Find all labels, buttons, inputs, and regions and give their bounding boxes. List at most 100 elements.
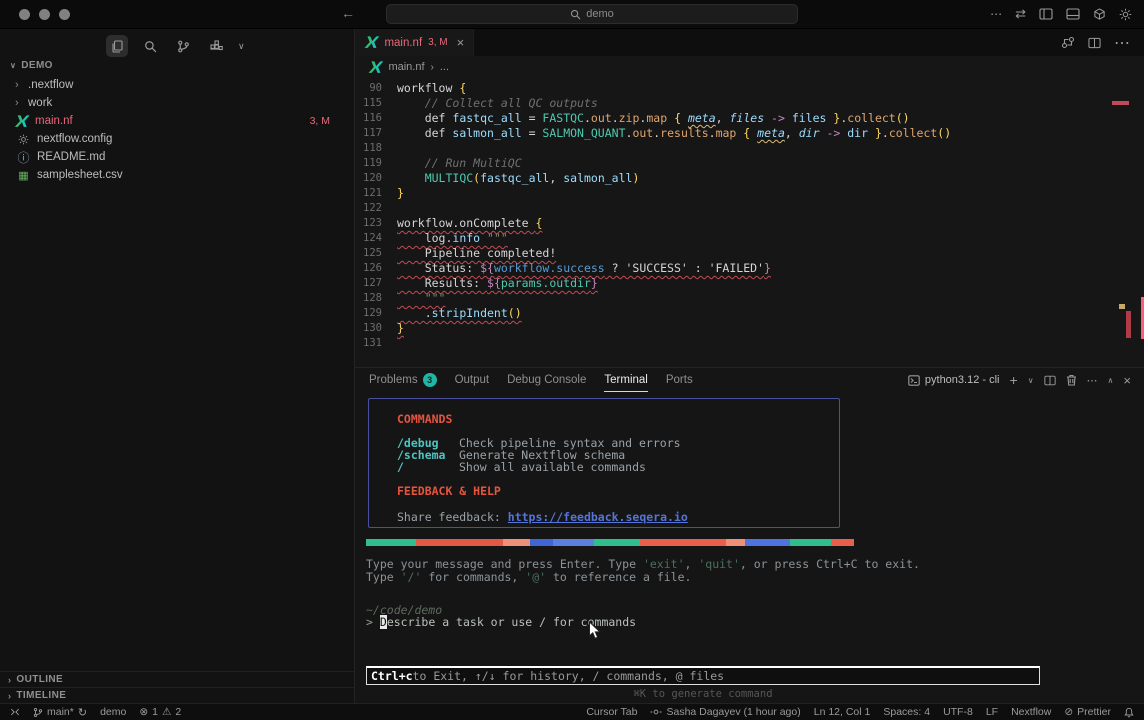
tree-item-work-dir[interactable]: › work [0,94,354,112]
commands-heading: COMMANDS [397,412,839,426]
generate-command-hint: ⌘K to generate command [366,688,1040,700]
back-arrow-icon[interactable]: ← [341,5,355,21]
formatter-status[interactable]: ⊘ Prettier [1064,706,1111,718]
code-line[interactable]: 123workflow.onComplete { [355,216,1144,231]
code-line[interactable]: 130} [355,321,1144,336]
code-line[interactable]: 116 def fastqc_all = FASTQC.out.zip.map … [355,111,1144,126]
tree-item-readme[interactable]: ⓘ README.md [0,148,354,166]
rainbow-bar [366,539,854,546]
tree-item-samplesheet[interactable]: ▦ samplesheet.csv [0,166,354,184]
sync-icon[interactable]: ↻ [78,706,87,719]
code-lines[interactable]: 90workflow {115 // Collect all QC output… [355,78,1144,367]
code-line[interactable]: 90workflow { [355,81,1144,96]
terminal-input-help[interactable]: Ctrl+c to Exit, ↑/↓ for history, / comma… [366,666,1040,685]
search-icon[interactable] [139,35,161,57]
maximize-window-button[interactable] [59,9,70,20]
breadcrumb-file[interactable]: main.nf [388,61,424,73]
more-actions-icon[interactable]: ⋯ [990,7,1002,21]
chevron-down-icon[interactable]: ∨ [1028,376,1034,385]
toggle-sidebar-icon[interactable] [1039,8,1053,20]
open-changes-icon[interactable] [1061,36,1075,49]
code-line[interactable]: 119 // Run MultiQC [355,156,1144,171]
code-line[interactable]: 121} [355,186,1144,201]
explorer-section-header[interactable]: ∨ DEMO [10,60,53,71]
tab-terminal[interactable]: Terminal [604,368,647,392]
close-tab-icon[interactable]: × [457,35,465,50]
minimap-error-mark [1112,101,1129,105]
settings-gear-icon[interactable] [1119,8,1132,21]
notifications-bell[interactable] [1124,707,1134,718]
toggle-panel-icon[interactable] [1066,8,1080,20]
tab-ports[interactable]: Ports [666,368,693,392]
git-blame-status[interactable]: Sasha Dagayev (1 hour ago) [650,706,800,718]
outline-section[interactable]: › OUTLINE [0,671,354,687]
customize-layout-icon[interactable] [1093,8,1106,21]
code-line[interactable]: 122 [355,201,1144,216]
code-line[interactable]: 131 [355,336,1144,351]
split-editor-icon[interactable] [1088,37,1101,49]
timeline-section[interactable]: › TIMELINE [0,687,354,703]
close-window-button[interactable] [19,9,30,20]
swap-panels-icon[interactable]: ⇄ [1015,6,1026,22]
code-line[interactable]: 126 Status: ${workflow.success ? 'SUCCES… [355,261,1144,276]
breadcrumb-symbol[interactable]: ... [440,61,449,73]
branch-icon [33,707,43,718]
eol-status[interactable]: LF [986,706,998,718]
code-line[interactable]: 129 .stripIndent() [355,306,1144,321]
mouse-cursor [588,621,602,641]
tree-item-main-nf[interactable]: ❯❮ main.nf 3, M [0,112,354,130]
bottom-panel: Problems 3 Output Debug Console Terminal… [355,367,1144,703]
chevron-right-icon: › [8,691,11,701]
minimize-window-button[interactable] [39,9,50,20]
code-line[interactable]: 124 log.info """ [355,231,1144,246]
tab-problems[interactable]: Problems 3 [369,368,437,392]
cursor-tab-status[interactable]: Cursor Tab [586,706,637,718]
tab-actions: ⋯ [1061,29,1144,56]
more-actions-icon[interactable]: ⋯ [1114,33,1130,53]
tab-output[interactable]: Output [455,368,490,392]
feedback-link[interactable]: https://feedback.seqera.io [508,510,688,524]
breadcrumb[interactable]: ❯❮ main.nf › ... [355,56,1144,78]
command-center-search[interactable]: demo [386,4,798,24]
source-control-icon[interactable] [172,35,194,57]
language-mode[interactable]: Nextflow [1011,706,1051,718]
extensions-icon[interactable] [205,35,227,57]
tab-debug-console[interactable]: Debug Console [507,368,586,392]
cursor-position[interactable]: Ln 12, Col 1 [814,706,871,718]
maximize-panel-icon[interactable]: ∧ [1108,376,1114,385]
code-line[interactable]: 120 MULTIQC(fastqc_all, salmon_all) [355,171,1144,186]
terminal-icon [908,375,920,386]
remote-icon [10,707,20,717]
remote-indicator[interactable] [10,707,20,717]
split-terminal-icon[interactable] [1044,375,1056,386]
indentation-status[interactable]: Spaces: 4 [883,706,930,718]
new-terminal-icon[interactable]: + [1010,372,1018,388]
problems-status[interactable]: ⊗ 1 ⚠ 2 [139,706,181,718]
copy-files-icon[interactable] [106,35,128,57]
chevron-right-icon: › [15,79,28,91]
workspace-status[interactable]: demo [100,706,126,718]
encoding-status[interactable]: UTF-8 [943,706,973,718]
code-line[interactable]: 118 [355,141,1144,156]
terminal-content[interactable]: COMMANDS /debugCheck pipeline syntax and… [355,392,1144,703]
code-line[interactable]: 115 // Collect all QC outputs [355,96,1144,111]
kill-terminal-trash-icon[interactable] [1066,374,1077,386]
active-terminal-item[interactable]: python3.12 - cli [908,374,1000,386]
tree-item-nextflow-dir[interactable]: › .nextflow [0,76,354,94]
code-line[interactable]: 128 """ [355,291,1144,306]
panel-actions: python3.12 - cli + ∨ ⋯ ∧ × [908,368,1131,392]
git-branch-status[interactable]: main* ↻ [33,706,87,719]
code-line[interactable]: 127 Results: ${params.outdir} [355,276,1144,291]
close-panel-icon[interactable]: × [1123,373,1131,388]
editor-area: ❯❮ main.nf 3, M × ⋯ ❯❮ main.nf › ... 90w… [355,29,1144,703]
chevron-down-icon[interactable]: ∨ [238,41,245,52]
code-line[interactable]: 117 def salmon_all = SALMON_QUANT.out.re… [355,126,1144,141]
more-actions-icon[interactable]: ⋯ [1087,374,1098,387]
code-line[interactable]: 125 Pipeline completed! [355,246,1144,261]
tab-main-nf[interactable]: ❯❮ main.nf 3, M × [355,29,474,56]
tree-item-nextflow-config[interactable]: nextflow.config [0,130,354,148]
editor-tabbar: ❯❮ main.nf 3, M × ⋯ [355,29,1144,56]
tab-label: main.nf [384,37,422,49]
chevron-right-icon: › [8,675,11,685]
command-list: /debugCheck pipeline syntax and errors/s… [397,437,839,473]
